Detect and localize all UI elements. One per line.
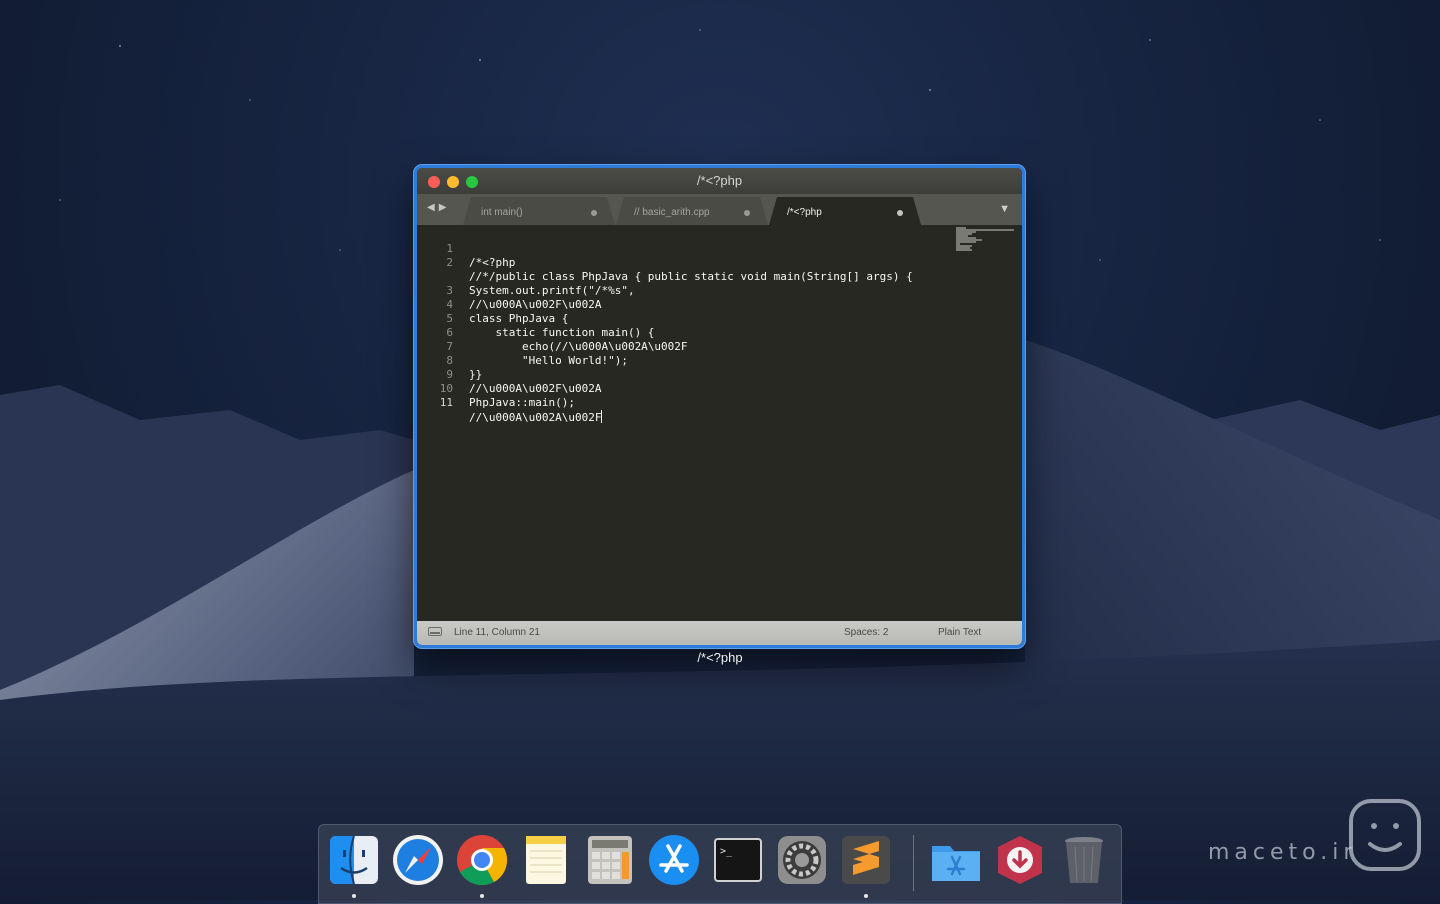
terminal-icon[interactable]: >_ [711, 833, 765, 887]
code-line: 2 //*/public class PhpJava { public stat… [417, 242, 952, 283]
indentation-setting[interactable]: Spaces: 2 [844, 627, 888, 638]
code-line-current: 11 //\u000A\u002A\u002F [417, 382, 952, 424]
tab-php[interactable]: /*<?php [769, 197, 921, 225]
calculator-icon[interactable] [583, 833, 637, 887]
finder-icon[interactable] [327, 833, 381, 887]
dock-separator [913, 835, 914, 891]
text-cursor [601, 410, 603, 423]
cursor-position: Line 11, Column 21 [454, 627, 540, 638]
tab-close-dot-icon[interactable] [591, 210, 597, 216]
window-titlebar[interactable]: /*<?php [417, 168, 1022, 195]
code-line: 4 class PhpJava { [417, 284, 952, 325]
tab-nav-arrows-icon[interactable]: ◀▶ [427, 202, 450, 213]
tab-list-dropdown-icon[interactable]: ▼ [999, 203, 1010, 215]
line-number: 11 [439, 396, 453, 409]
dock: >_ [318, 824, 1122, 904]
tab-int-main[interactable]: int main() [463, 197, 615, 225]
minimap[interactable] [956, 227, 1016, 267]
code-line: 10 PhpJava::main(); [417, 368, 952, 409]
code-line: 6 echo(//\u000A\u002A\u002F [417, 312, 952, 353]
app-store-icon[interactable] [647, 833, 701, 887]
watermark-text: maceto.ir [1208, 840, 1358, 865]
code-line: 7 "Hello World!"); [417, 326, 952, 367]
sublime-text-icon[interactable] [839, 833, 893, 887]
tab-close-dot-icon[interactable] [744, 210, 750, 216]
sublime-text-window: /*<?php ◀▶ int main() // basic_arith.cpp… [414, 165, 1025, 648]
applications-folder-icon[interactable] [929, 833, 983, 887]
chrome-running-indicator [480, 894, 484, 898]
code-line-wrapped: System.out.printf("/*%s", [417, 256, 952, 297]
code-line: 3 //\u000A\u002F\u002A [417, 270, 952, 311]
safari-icon[interactable] [391, 833, 445, 887]
line-text: PhpJava::main(); [469, 396, 575, 409]
watermark-logo-icon [1349, 799, 1421, 871]
syntax-mode[interactable]: Plain Text [938, 627, 981, 638]
tab-label: /*<?php [787, 207, 822, 218]
sublime-running-indicator [864, 894, 868, 898]
tab-label: // basic_arith.cpp [634, 207, 710, 218]
tab-bar: ◀▶ int main() // basic_arith.cpp /*<?php… [417, 194, 1022, 225]
finder-running-indicator [352, 894, 356, 898]
code-line: 9 //\u000A\u002F\u002A [417, 354, 952, 395]
trash-icon[interactable] [1057, 833, 1111, 887]
tab-close-dot-icon[interactable] [897, 210, 903, 216]
tab-basic-arith[interactable]: // basic_arith.cpp [616, 197, 768, 225]
svg-text:>_: >_ [720, 846, 733, 857]
status-bar: Line 11, Column 21 Spaces: 2 Plain Text [417, 621, 1022, 645]
code-editor[interactable]: 1 /*<?php 2 //*/public class PhpJava { p… [417, 225, 1022, 621]
console-panel-icon[interactable] [428, 627, 442, 636]
code-line: 1 /*<?php [417, 228, 952, 269]
downloader-icon[interactable] [993, 833, 1047, 887]
line-text-with-cursor: //\u000A\u002A\u002F [469, 410, 603, 425]
system-preferences-icon[interactable] [775, 833, 829, 887]
tab-label: int main() [481, 207, 523, 218]
chrome-icon[interactable] [455, 833, 509, 887]
code-line: 8 }} [417, 340, 952, 381]
line-text: //\u000A\u002A\u002F [469, 411, 602, 424]
code-line: 5 static function main() { [417, 298, 952, 339]
window-caption: /*<?php [697, 650, 743, 665]
window-title: /*<?php [696, 173, 743, 188]
notes-icon[interactable] [519, 833, 573, 887]
